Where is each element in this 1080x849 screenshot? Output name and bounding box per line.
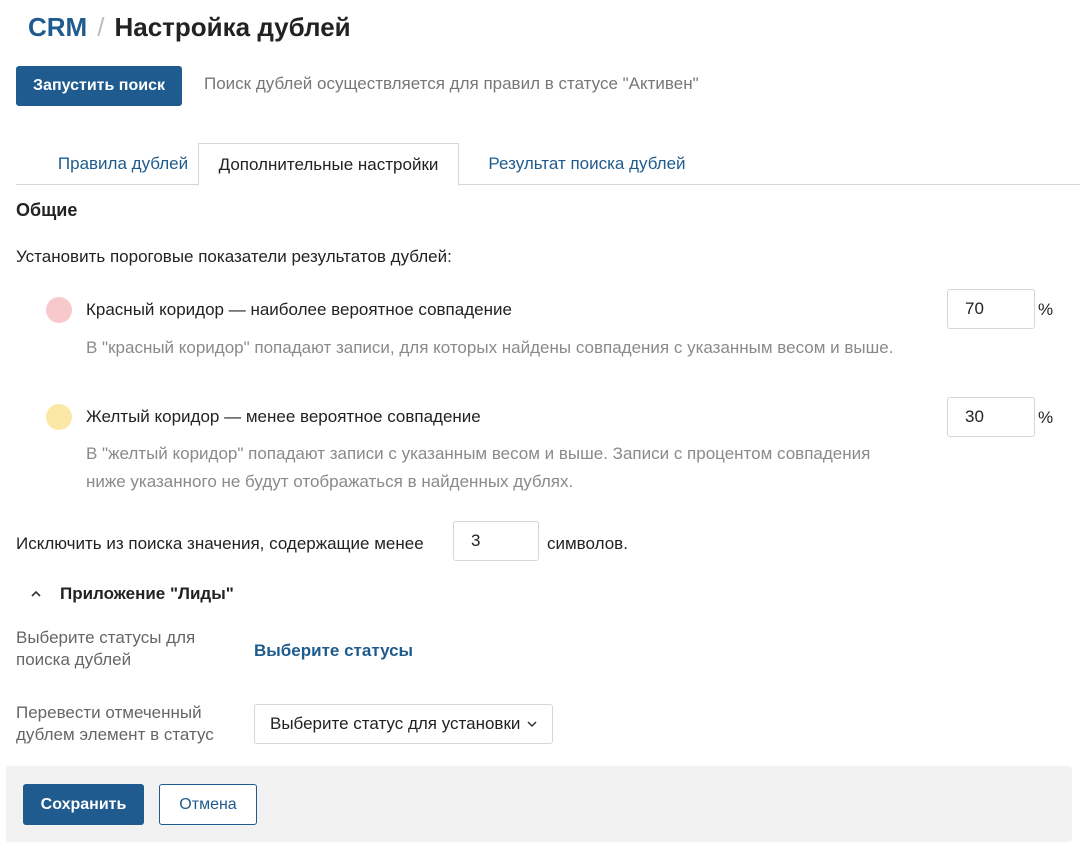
search-hint: Поиск дублей осуществляется для правил в… xyxy=(204,74,699,93)
red-corridor-indicator xyxy=(46,297,72,323)
yellow-corridor-input[interactable] xyxy=(947,397,1035,437)
threshold-label: Установить пороговые показатели результа… xyxy=(16,247,452,266)
section-title-general: Общие xyxy=(16,200,78,220)
chevron-down-icon xyxy=(527,721,537,728)
page-title: Настройка дублей xyxy=(114,12,351,42)
yellow-corridor-indicator xyxy=(46,404,72,430)
yellow-corridor-description: В "желтый коридор" попадают записи с ука… xyxy=(86,444,871,491)
cancel-button[interactable]: Отмена xyxy=(159,784,257,825)
move-status-select[interactable]: Выберите статус для установки xyxy=(254,704,553,744)
breadcrumb-separator: / xyxy=(97,12,105,42)
tab-duplicate-rules[interactable]: Правила дублей xyxy=(32,143,214,185)
leads-section-title[interactable]: Приложение "Лиды" xyxy=(60,584,234,604)
exclude-label-prefix: Исключить из поиска значения, содержащие… xyxy=(16,534,424,553)
breadcrumb: CRM / Настройка дублей xyxy=(28,12,351,43)
save-button[interactable]: Сохранить xyxy=(23,784,144,825)
red-corridor-description: В "красный коридор" попадают записи, для… xyxy=(86,338,894,357)
red-corridor-unit: % xyxy=(1038,300,1054,319)
select-statuses-link[interactable]: Выберите статусы xyxy=(254,641,413,661)
move-status-select-value: Выберите статус для установки xyxy=(270,714,521,733)
tab-additional-settings[interactable]: Дополнительные настройки xyxy=(198,143,459,186)
red-corridor-title: Красный коридор — наиболее вероятное сов… xyxy=(86,300,512,319)
run-search-button[interactable]: Запустить поиск xyxy=(16,66,182,106)
exclude-label-suffix: символов. xyxy=(547,534,628,553)
tab-search-results[interactable]: Результат поиска дублей xyxy=(459,143,715,185)
yellow-corridor-unit: % xyxy=(1038,408,1054,427)
yellow-corridor-title: Желтый коридор — менее вероятное совпаде… xyxy=(86,407,481,426)
statuses-label: Выберите статусы для поиска дублей xyxy=(16,628,196,669)
min-chars-input[interactable] xyxy=(453,521,539,561)
breadcrumb-app[interactable]: CRM xyxy=(28,12,87,43)
red-corridor-input[interactable] xyxy=(947,289,1035,329)
move-status-label: Перевести отмеченный дублем элемент в ст… xyxy=(16,703,214,744)
chevron-up-icon[interactable] xyxy=(28,586,44,602)
tabs: Правила дублей Дополнительные настройки … xyxy=(16,143,1080,186)
